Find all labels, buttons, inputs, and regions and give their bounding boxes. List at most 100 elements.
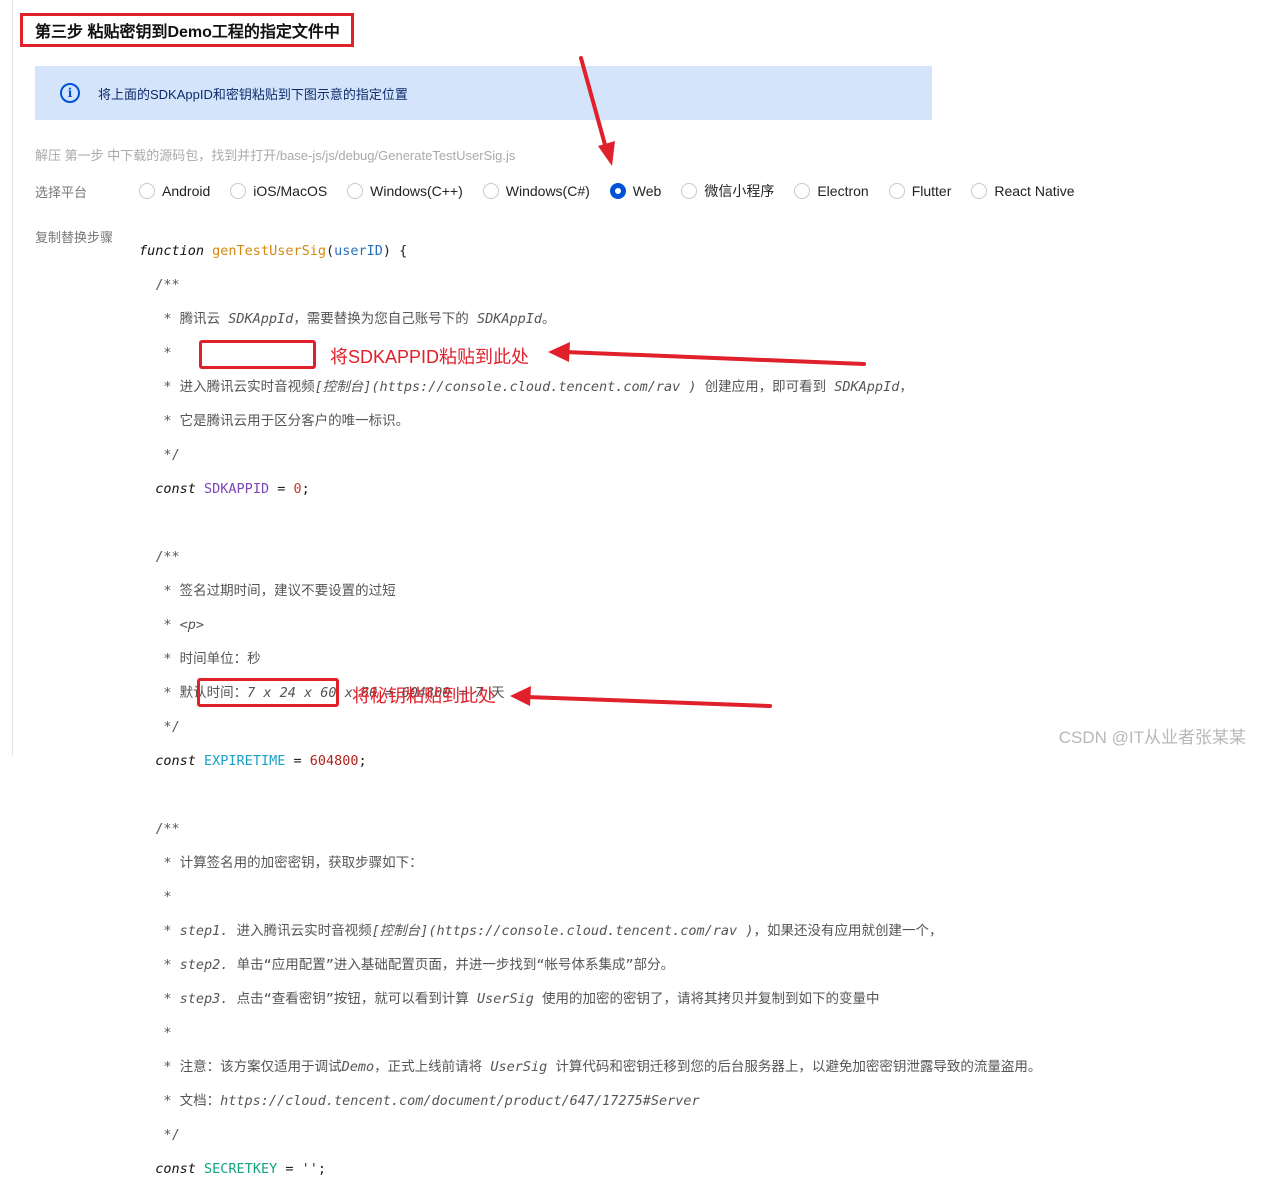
code-line: * 注意：该方案仅适用于调试Demo，正式上线前请将 UserSig 计算代码和… bbox=[139, 1059, 1041, 1076]
radio-circle[interactable] bbox=[888, 183, 905, 199]
radio-circle-selected[interactable] bbox=[609, 183, 626, 199]
radio-windows-cpp[interactable]: Windows(C++) bbox=[347, 183, 463, 199]
code-line: const SECRETKEY = ''; bbox=[139, 1161, 1041, 1178]
step-title: 第三步 粘贴密钥到Demo工程的指定文件中 bbox=[20, 13, 354, 47]
code-comment: 进入腾讯云实时音视频 bbox=[228, 923, 372, 939]
code-line: * step1. 进入腾讯云实时音视频[控制台](https://console… bbox=[139, 923, 1041, 940]
code-comment: https://cloud.tencent.com/document/produ… bbox=[220, 1093, 700, 1109]
code-keyword: const bbox=[155, 481, 196, 497]
code-line: /** bbox=[139, 821, 1041, 838]
code-function-name: genTestUserSig bbox=[212, 243, 326, 259]
secretkey-annotation: 将秘钥粘贴到此处 bbox=[352, 686, 496, 706]
code-comment: */ bbox=[155, 1127, 180, 1143]
code-comment: <p> bbox=[179, 617, 205, 633]
code-line: * 进入腾讯云实时音视频[控制台](https://console.cloud.… bbox=[139, 379, 1041, 396]
radio-web[interactable]: Web bbox=[609, 183, 661, 199]
radio-electron[interactable]: Electron bbox=[794, 183, 869, 199]
code-punct: ; bbox=[358, 753, 367, 769]
platform-label: 选择平台 bbox=[35, 185, 88, 200]
radio-windows-csharp[interactable]: Windows(C#) bbox=[482, 183, 590, 199]
code-operator: = bbox=[277, 1161, 302, 1177]
code-comment: step3. bbox=[179, 991, 229, 1007]
radio-circle[interactable] bbox=[482, 183, 499, 199]
platform-radio-group: Android iOS/MacOS Windows(C++) Windows(C… bbox=[139, 180, 1095, 202]
radio-circle[interactable] bbox=[139, 183, 155, 199]
code-block: function genTestUserSig(userID) { /** * … bbox=[139, 226, 1041, 1195]
code-comment: [控制台](https://console.cloud.tencent.com/… bbox=[371, 923, 754, 939]
code-line: * bbox=[139, 1025, 1041, 1042]
radio-circle[interactable] bbox=[794, 183, 811, 199]
sdkappid-value: 0 bbox=[293, 481, 302, 497]
radio-label: iOS/MacOS bbox=[253, 183, 328, 199]
code-punct: ; bbox=[317, 1161, 326, 1177]
code-line: */ bbox=[139, 447, 1041, 464]
code-line: * 文档：https://cloud.tencent.com/document/… bbox=[139, 1093, 1041, 1110]
radio-wechat-miniprogram[interactable]: 微信小程序 bbox=[681, 181, 774, 201]
code-operator: = bbox=[269, 481, 294, 497]
code-comment: ， bbox=[899, 379, 913, 395]
code-comment: ，如果还没有应用就创建一个， bbox=[753, 923, 943, 939]
sdkappid-highlight-box bbox=[199, 340, 316, 369]
code-comment: Demo bbox=[341, 1059, 375, 1075]
expiretime-variable: EXPIRETIME bbox=[204, 753, 286, 769]
code-line: */ bbox=[139, 1127, 1041, 1144]
code-comment: * 文档： bbox=[155, 1093, 221, 1109]
radio-react-native[interactable]: React Native bbox=[971, 183, 1075, 199]
code-line: * step2. 单击“应用配置”进入基础配置页面，并进一步找到“帐号体系集成”… bbox=[139, 957, 1041, 974]
code-comment: /** bbox=[155, 549, 180, 565]
code-comment: * 腾讯云 bbox=[155, 311, 229, 327]
radio-flutter[interactable]: Flutter bbox=[888, 183, 952, 199]
code-comment: /** bbox=[155, 277, 180, 293]
code-line: * 它是腾讯云用于区分客户的唯一标识。 bbox=[139, 413, 1041, 430]
radio-circle[interactable] bbox=[230, 183, 247, 199]
radio-circle[interactable] bbox=[681, 183, 698, 199]
code-comment: 计算代码和密钥迁移到您的后台服务器上，以避免加密密钥泄露导致的流量盗用。 bbox=[547, 1059, 1042, 1075]
code-line: /** bbox=[139, 277, 1041, 294]
code-comment: 点击“查看密钥”按钮，就可以看到计算 bbox=[228, 991, 477, 1007]
code-line: */ bbox=[139, 719, 1041, 736]
code-comment: * 签名过期时间，建议不要设置的过短 bbox=[155, 583, 396, 599]
radio-label: Electron bbox=[817, 183, 869, 199]
radio-label: React Native bbox=[994, 183, 1075, 199]
code-comment: step2. bbox=[179, 957, 229, 973]
code-comment: */ bbox=[155, 447, 180, 463]
radio-android[interactable]: Android bbox=[139, 183, 210, 199]
code-comment: * 它是腾讯云用于区分客户的唯一标识。 bbox=[155, 413, 410, 429]
code-line: * 计算签名用的加密密钥，获取步骤如下： bbox=[139, 855, 1041, 872]
code-comment: ，需要替换为您自己账号下的 bbox=[293, 311, 477, 327]
code-line: * 时间单位：秒 bbox=[139, 651, 1041, 668]
code-comment: * bbox=[155, 345, 172, 361]
code-comment: * bbox=[155, 889, 172, 905]
radio-circle[interactable] bbox=[971, 183, 988, 199]
radio-label: Windows(C++) bbox=[370, 183, 463, 199]
radio-circle[interactable] bbox=[347, 183, 364, 199]
code-line: function genTestUserSig(userID) { bbox=[139, 243, 408, 259]
copy-steps-label: 复制替换步骤 bbox=[35, 230, 114, 245]
code-comment: * bbox=[155, 991, 180, 1007]
code-comment: 。 bbox=[541, 311, 556, 327]
code-comment: UserSig bbox=[490, 1059, 548, 1075]
code-comment: * bbox=[155, 957, 180, 973]
code-punct: ; bbox=[301, 481, 310, 497]
watermark: CSDN @IT从业者张某某 bbox=[1058, 728, 1246, 747]
code-line: const SDKAPPID = 0; bbox=[139, 481, 1041, 498]
radio-ios-macos[interactable]: iOS/MacOS bbox=[230, 183, 327, 199]
file-path-hint: 解压 第一步 中下载的源码包，找到并打开/base-js/js/debug/Ge… bbox=[35, 148, 516, 163]
code-comment: * 时间单位：秒 bbox=[155, 651, 261, 667]
secretkey-value: '' bbox=[301, 1161, 318, 1177]
code-comment: * 进入腾讯云实时音视频 bbox=[155, 379, 315, 395]
code-line: * bbox=[139, 889, 1041, 906]
code-comment: * bbox=[155, 1025, 172, 1041]
code-comment: [控制台](https://console.cloud.tencent.com/… bbox=[314, 379, 697, 395]
notice-text: 将上面的SDKAppID和密钥粘贴到下图示意的指定位置 bbox=[98, 86, 408, 102]
code-line: * <p> bbox=[139, 617, 1041, 634]
radio-label: Flutter bbox=[911, 183, 952, 199]
expiretime-value: 604800 bbox=[309, 753, 359, 769]
secretkey-variable: SECRETKEY bbox=[204, 1161, 278, 1177]
code-comment: 单击“应用配置”进入基础配置页面，并进一步找到“帐号体系集成”部分。 bbox=[228, 957, 675, 973]
sdkappid-annotation: 将SDKAPPID粘贴到此处 bbox=[330, 347, 530, 367]
code-comment: SDKAppId bbox=[834, 379, 900, 395]
code-keyword: const bbox=[155, 753, 196, 769]
left-divider bbox=[12, 0, 13, 756]
